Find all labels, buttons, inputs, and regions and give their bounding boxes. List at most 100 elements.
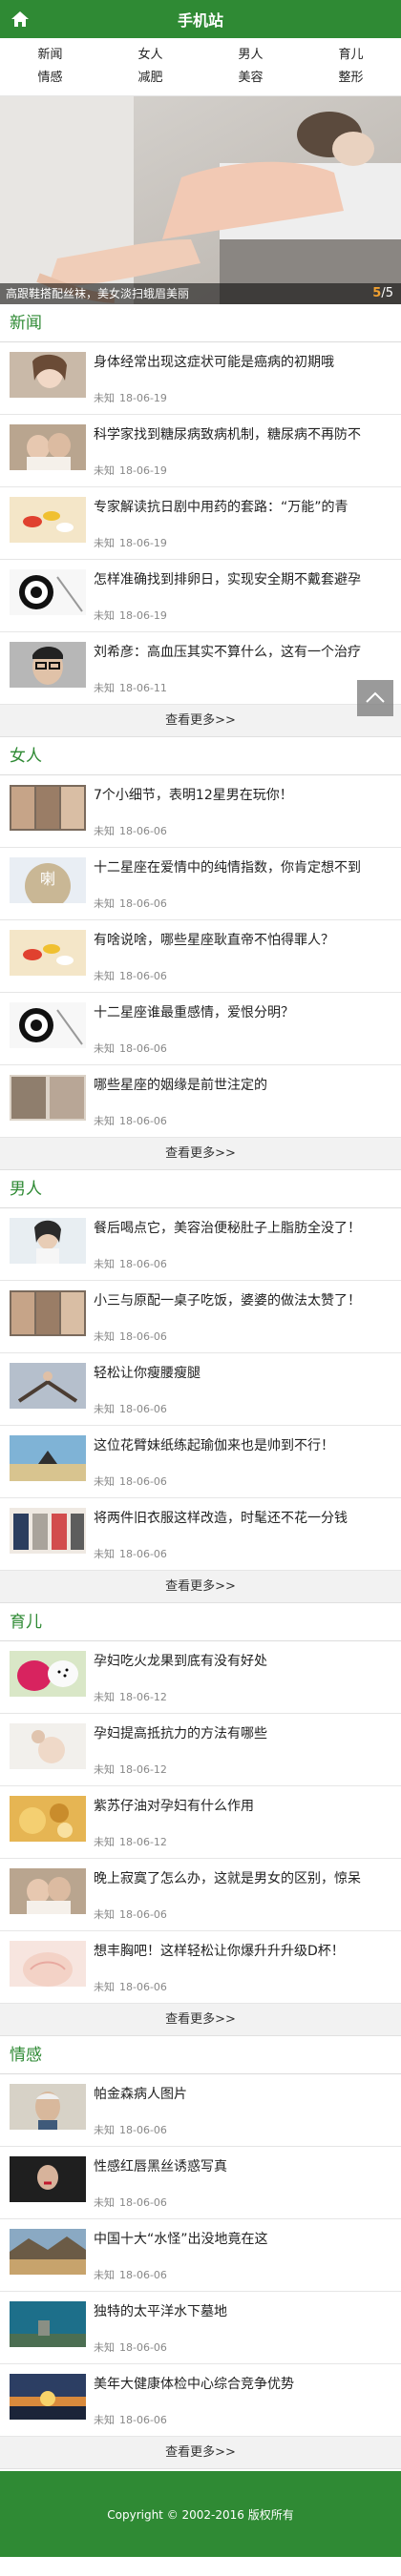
list-item[interactable]: 紫苏仔油对孕妇有什么作用 未知 18-06-12 xyxy=(0,1786,401,1859)
thumbnail-image[interactable] xyxy=(10,497,86,543)
thumbnail-image[interactable] xyxy=(10,1941,86,1987)
list-item-title[interactable]: 性感红唇黑丝诱惑写真 xyxy=(94,2158,393,2176)
thumbnail-image[interactable] xyxy=(10,1002,86,1048)
list-item[interactable]: 十二星座谁最重感情，爱恨分明？ 未知 18-06-06 xyxy=(0,993,401,1065)
thumbnail-image[interactable] xyxy=(10,1796,86,1842)
thumbnail-image[interactable] xyxy=(10,569,86,615)
thumbnail-image[interactable] xyxy=(10,642,86,688)
list-item-title[interactable]: 这位花臂妹纸练起瑜伽来也是帅到不行！ xyxy=(94,1437,393,1455)
thumbnail-image[interactable] xyxy=(10,352,86,398)
list-item-title[interactable]: 轻松让你瘦腰瘦腿 xyxy=(94,1365,393,1383)
list-item[interactable]: 小三与原配一桌子吃饭，婆婆的做法太赞了！ 未知 18-06-06 xyxy=(0,1281,401,1353)
thumbnail-image[interactable] xyxy=(10,1363,86,1409)
list-item[interactable]: 7个小细节，表明12星男在玩你！ 未知 18-06-06 xyxy=(0,775,401,848)
list-item-meta: 未知 18-06-06 xyxy=(94,1113,167,1128)
list-item[interactable]: 中国十大“水怪”出没地竟在这 未知 18-06-06 xyxy=(0,2219,401,2292)
list-item[interactable]: 孕妇提高抵抗力的方法有哪些 未知 18-06-12 xyxy=(0,1714,401,1786)
list-item-title[interactable]: 7个小细节，表明12星男在玩你！ xyxy=(94,787,393,805)
nav-item-men[interactable]: 男人 xyxy=(200,44,301,67)
thumbnail-image[interactable] xyxy=(10,2229,86,2275)
list-item-title[interactable]: 刘希彦：高血压其实不算什么，这有一个治疗 xyxy=(94,644,393,662)
thumbnail-image[interactable] xyxy=(10,2156,86,2202)
list-item[interactable]: 这位花臂妹纸练起瑜伽来也是帅到不行！ 未知 18-06-06 xyxy=(0,1426,401,1498)
thumbnail-image[interactable] xyxy=(10,1723,86,1769)
section-title[interactable]: 新闻 xyxy=(0,304,401,342)
list-item[interactable]: 有啥说啥，哪些星座耿直帝不怕得罪人？ 未知 18-06-06 xyxy=(0,920,401,993)
view-more-button[interactable]: 查看更多>> xyxy=(0,1571,401,1603)
list-item[interactable]: 将两件旧衣服这样改造，时髦还不花一分钱 未知 18-06-06 xyxy=(0,1498,401,1571)
nav-item-plastic-surgery[interactable]: 整形 xyxy=(301,67,401,90)
view-more-button[interactable]: 查看更多>> xyxy=(0,1138,401,1170)
thumbnail-image[interactable] xyxy=(10,2374,86,2420)
list-item-source: 未知 xyxy=(94,825,115,837)
list-item-title[interactable]: 孕妇吃火龙果到底有没有好处 xyxy=(94,1653,393,1671)
nav-item-parenting[interactable]: 育儿 xyxy=(301,44,401,67)
view-more-button[interactable]: 查看更多>> xyxy=(0,2004,401,2036)
list-item-title[interactable]: 紫苏仔油对孕妇有什么作用 xyxy=(94,1798,393,1816)
back-to-top-button[interactable] xyxy=(357,680,393,716)
list-item[interactable]: 性感红唇黑丝诱惑写真 未知 18-06-06 xyxy=(0,2147,401,2219)
list-item[interactable]: 刘希彦：高血压其实不算什么，这有一个治疗 未知 18-06-11 xyxy=(0,632,401,705)
thumbnail-image[interactable] xyxy=(10,1868,86,1914)
list-item-source: 未知 xyxy=(94,2341,115,2354)
list-item-title[interactable]: 十二星座谁最重感情，爱恨分明？ xyxy=(94,1004,393,1022)
list-item-title[interactable]: 十二星座在爱情中的纯情指数，你肯定想不到 xyxy=(94,859,393,877)
thumbnail-image[interactable] xyxy=(10,1075,86,1121)
list-item-title[interactable]: 有啥说啥，哪些星座耿直帝不怕得罪人？ xyxy=(94,932,393,950)
list-item[interactable]: 怎样准确找到排卵日，实现安全期不戴套避孕 未知 18-06-19 xyxy=(0,560,401,632)
thumbnail-image[interactable] xyxy=(10,1508,86,1554)
list-item-title[interactable]: 科学家找到糖尿病致病机制，糖尿病不再防不 xyxy=(94,426,393,444)
list-item-title[interactable]: 小三与原配一桌子吃饭，婆婆的做法太赞了！ xyxy=(94,1292,393,1310)
nav-item-women[interactable]: 女人 xyxy=(100,44,200,67)
thumbnail-image[interactable] xyxy=(10,930,86,976)
home-icon[interactable] xyxy=(10,9,31,30)
list-item[interactable]: 身体经常出现这症状可能是癌病的初期哦 未知 18-06-19 xyxy=(0,342,401,415)
thumbnail-image[interactable]: 喇 xyxy=(10,857,86,903)
list-item-title[interactable]: 美年大健康体检中心综合竞争优势 xyxy=(94,2376,393,2394)
view-more-button[interactable]: 查看更多>> xyxy=(0,705,401,737)
list-item[interactable]: 轻松让你瘦腰瘦腿 未知 18-06-06 xyxy=(0,1353,401,1426)
section-title[interactable]: 男人 xyxy=(0,1170,401,1208)
list-item[interactable]: 餐后喝点它，美容治便秘肚子上脂肪全没了！ 未知 18-06-06 xyxy=(0,1208,401,1281)
section-title[interactable]: 情感 xyxy=(0,2036,401,2074)
list-item-title[interactable]: 怎样准确找到排卵日，实现安全期不戴套避孕 xyxy=(94,571,393,589)
thumbnail-image[interactable] xyxy=(10,2084,86,2130)
nav-item-news[interactable]: 新闻 xyxy=(0,44,100,67)
list-item-title[interactable]: 专家解读抗日剧中用药的套路：“万能”的青 xyxy=(94,499,393,517)
list-item[interactable]: 帕金森病人图片 未知 18-06-06 xyxy=(0,2074,401,2147)
list-item-title[interactable]: 帕金森病人图片 xyxy=(94,2086,393,2104)
list-item-title[interactable]: 哪些星座的姻缘是前世注定的 xyxy=(94,1077,393,1095)
list-item-meta: 未知 18-06-06 xyxy=(94,2195,167,2210)
list-item-title[interactable]: 餐后喝点它，美容治便秘肚子上脂肪全没了！ xyxy=(94,1220,393,1238)
list-item[interactable]: 想丰胸吧！这样轻松让你爆升升升级D杯！ 未知 18-06-06 xyxy=(0,1931,401,2004)
list-item[interactable]: 喇 十二星座在爱情中的纯情指数，你肯定想不到 未知 18-06-06 xyxy=(0,848,401,920)
thumbnail-image[interactable] xyxy=(10,424,86,470)
list-item[interactable]: 美年大健康体检中心综合竞争优势 未知 18-06-06 xyxy=(0,2364,401,2437)
list-item-title[interactable]: 中国十大“水怪”出没地竟在这 xyxy=(94,2231,393,2249)
section-title[interactable]: 育儿 xyxy=(0,1603,401,1641)
thumbnail-image[interactable] xyxy=(10,785,86,831)
list-item-title[interactable]: 将两件旧衣服这样改造，时髦还不花一分钱 xyxy=(94,1510,393,1528)
list-item-title[interactable]: 身体经常出现这症状可能是癌病的初期哦 xyxy=(94,354,393,372)
list-item-title[interactable]: 晚上寂寞了怎么办，这就是男女的区别，惊呆 xyxy=(94,1870,393,1888)
nav-item-emotion[interactable]: 情感 xyxy=(0,67,100,90)
list-item-title[interactable]: 孕妇提高抵抗力的方法有哪些 xyxy=(94,1725,393,1743)
list-item[interactable]: 晚上寂寞了怎么办，这就是男女的区别，惊呆 未知 18-06-06 xyxy=(0,1859,401,1931)
thumbnail-image[interactable] xyxy=(10,1651,86,1697)
section-title[interactable]: 女人 xyxy=(0,737,401,775)
nav-item-diet[interactable]: 减肥 xyxy=(100,67,200,90)
banner-slider[interactable]: 高跟鞋搭配丝袜，美女淡扫蛾眉美丽 5/5 xyxy=(0,96,401,304)
list-item[interactable]: 哪些星座的姻缘是前世注定的 未知 18-06-06 xyxy=(0,1065,401,1138)
thumbnail-image[interactable] xyxy=(10,2301,86,2347)
list-item[interactable]: 孕妇吃火龙果到底有没有好处 未知 18-06-12 xyxy=(0,1641,401,1714)
thumbnail-image[interactable] xyxy=(10,1435,86,1481)
thumbnail-image[interactable] xyxy=(10,1290,86,1336)
list-item[interactable]: 科学家找到糖尿病致病机制，糖尿病不再防不 未知 18-06-19 xyxy=(0,415,401,487)
list-item-title[interactable]: 想丰胸吧！这样轻松让你爆升升升级D杯！ xyxy=(94,1943,393,1961)
list-item-title[interactable]: 独特的太平洋水下墓地 xyxy=(94,2303,393,2321)
nav-item-beauty[interactable]: 美容 xyxy=(200,67,301,90)
view-more-button[interactable]: 查看更多>> xyxy=(0,2437,401,2469)
list-item[interactable]: 专家解读抗日剧中用药的套路：“万能”的青 未知 18-06-19 xyxy=(0,487,401,560)
list-item[interactable]: 独特的太平洋水下墓地 未知 18-06-06 xyxy=(0,2292,401,2364)
thumbnail-image[interactable] xyxy=(10,1218,86,1264)
